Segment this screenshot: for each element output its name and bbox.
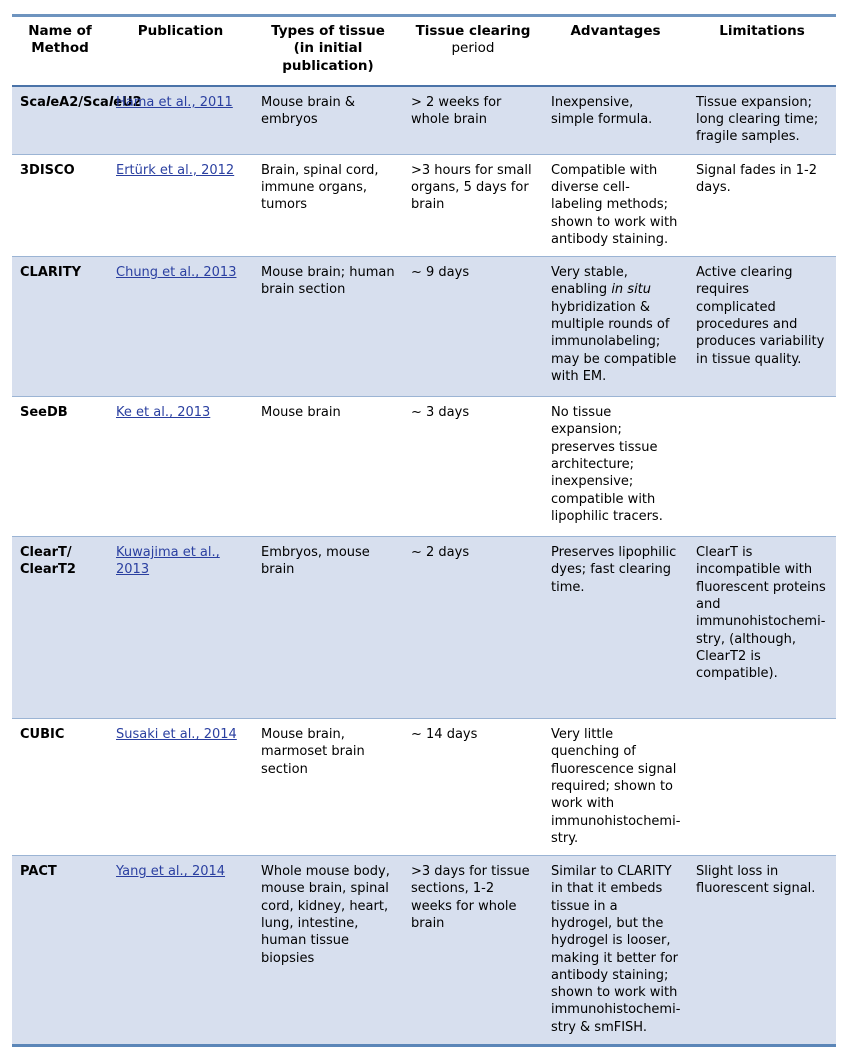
method-name-text: PACT: [20, 864, 57, 880]
cell-advantages: No tissue expansion; preserves tissue ar…: [543, 396, 688, 538]
method-name-text: ClearT/ ClearT2: [20, 545, 76, 578]
publication-link[interactable]: Hama et al., 2011: [116, 95, 233, 110]
cell-advantages: Very little quenching of fluorescence si…: [543, 718, 688, 857]
table-body: ScaleA2/ScaleU2Hama et al., 2011 Mouse br…: [12, 85, 836, 1047]
cell-types-of-tissue: Brain, spinal cord, immune organs, tumor…: [253, 154, 403, 258]
method-name-text: CLARITY: [20, 265, 82, 281]
cell-publication: Chung et al., 2013: [108, 256, 253, 398]
cell-advantages: Very stable, enabling in situ hybridizat…: [543, 256, 688, 398]
cell-limitations: Slight loss in fluorescent signal.: [688, 855, 836, 1047]
column-header-types-of-tissue-sublabel: (in initial publication): [282, 40, 374, 74]
table-row: CLARITY Chung et al., 2013 Mouse brain; hu…: [12, 256, 836, 398]
cell-clearing-period: ~ 3 days: [403, 396, 543, 538]
cell-limitations: Tissue expansion; long clearing time; fr…: [688, 85, 836, 155]
cell-advantages: Preserves lipophilic dyes; fast clearing…: [543, 536, 688, 720]
table-row: SeeDB Ke et al., 2013 Mouse brain ~ 3 days N…: [12, 396, 836, 538]
cell-publication: Susaki et al., 2014: [108, 718, 253, 857]
cell-types-of-tissue: Mouse brain, marmoset brain section: [253, 718, 403, 857]
publication-link[interactable]: Ke et al., 2013: [116, 405, 210, 420]
column-header-types-of-tissue: Types of tissue (in initial publication): [253, 13, 403, 87]
cell-clearing-period: ~ 9 days: [403, 256, 543, 398]
column-header-tissue-clearing-sublabel: period: [451, 40, 495, 57]
cell-advantages: Similar to CLARITY in that it embeds tis…: [543, 855, 688, 1047]
cell-limitations: Active clearing requires complicated pro…: [688, 256, 836, 398]
column-header-name-of-method-label: Name of Method: [28, 23, 92, 57]
publication-link[interactable]: Susaki et al., 2014: [116, 727, 237, 742]
cell-advantages: Compatible with diverse cell-labeling me…: [543, 154, 688, 258]
cell-publication: Kuwajima et al., 2013: [108, 536, 253, 720]
column-header-tissue-clearing-period: Tissue clearing period: [403, 13, 543, 87]
cell-publication: Ertürk et al., 2012: [108, 154, 253, 258]
cell-advantages: Inexpensive, simple formula.: [543, 85, 688, 155]
column-header-advantages: Advantages: [543, 13, 688, 87]
cell-publication: Yang et al., 2014: [108, 855, 253, 1047]
cell-method-name: ClearT/ ClearT2: [12, 536, 108, 720]
table-header-row: Name of Method Publication Types of tiss…: [12, 13, 836, 87]
cell-clearing-period: > 2 weeks for whole brain: [403, 85, 543, 155]
cell-types-of-tissue: Mouse brain: [253, 396, 403, 538]
table-row: PACT Yang et al., 2014 Whole mouse body, m…: [12, 855, 836, 1047]
cell-method-name: CLARITY: [12, 256, 108, 398]
cell-limitations: [688, 718, 836, 857]
method-name-text: 3DISCO: [20, 162, 75, 178]
tissue-clearing-comparison-table-container: Name of Method Publication Types of tiss…: [0, 13, 849, 1047]
cell-method-name: CUBIC: [12, 718, 108, 857]
tissue-clearing-comparison-table: Name of Method Publication Types of tiss…: [12, 13, 836, 1047]
cell-method-name: PACT: [12, 855, 108, 1047]
cell-types-of-tissue: Mouse brain; human brain section: [253, 256, 403, 398]
table-header: Name of Method Publication Types of tiss…: [12, 13, 836, 87]
publication-link[interactable]: Kuwajima et al., 2013: [116, 545, 220, 577]
column-header-advantages-label: Advantages: [570, 23, 661, 39]
cell-limitations: Signal fades in 1-2 days.: [688, 154, 836, 258]
table-row: 3DISCO Ertürk et al., 2012 Brain, spinal c…: [12, 154, 836, 258]
cell-limitations: [688, 396, 836, 538]
publication-link[interactable]: Ertürk et al., 2012: [116, 163, 234, 178]
column-header-name-of-method: Name of Method: [12, 13, 108, 87]
column-header-limitations: Limitations: [688, 13, 836, 87]
advantages-italic-term: in situ: [611, 282, 652, 298]
cell-limitations: ClearT is incompatible with fluorescent …: [688, 536, 836, 720]
column-header-tissue-clearing-label: Tissue clearing: [415, 23, 531, 39]
cell-types-of-tissue: Mouse brain & embryos: [253, 85, 403, 155]
column-header-types-of-tissue-label: Types of tissue: [271, 23, 385, 39]
table-row: CUBIC Susaki et al., 2014 Mouse brain, mar…: [12, 718, 836, 857]
cell-publication: Hama et al., 2011: [108, 85, 253, 155]
publication-link[interactable]: Yang et al., 2014: [116, 864, 225, 879]
column-header-publication: Publication: [108, 13, 253, 87]
table-row: ScaleA2/ScaleU2Hama et al., 2011 Mouse br…: [12, 85, 836, 155]
cell-method-name: SeeDB: [12, 396, 108, 538]
cell-clearing-period: ~ 2 days: [403, 536, 543, 720]
publication-link[interactable]: Chung et al., 2013: [116, 265, 236, 280]
column-header-limitations-label: Limitations: [719, 23, 805, 39]
cell-method-name: 3DISCO: [12, 154, 108, 258]
cell-publication: Ke et al., 2013: [108, 396, 253, 538]
cell-clearing-period: >3 days for tissue sections, 1-2 weeks f…: [403, 855, 543, 1047]
table-row: ClearT/ ClearT2 Kuwajima et al., 2013 Embr…: [12, 536, 836, 720]
cell-types-of-tissue: Whole mouse body, mouse brain, spinal co…: [253, 855, 403, 1047]
method-name-text: SeeDB: [20, 405, 68, 421]
cell-types-of-tissue: Embryos, mouse brain: [253, 536, 403, 720]
cell-clearing-period: ~ 14 days: [403, 718, 543, 857]
cell-method-name: ScaleA2/ScaleU2: [12, 85, 142, 155]
column-header-publication-label: Publication: [137, 23, 224, 39]
cell-clearing-period: >3 hours for small organs, 5 days for br…: [403, 154, 543, 258]
method-name-text: CUBIC: [20, 727, 65, 743]
